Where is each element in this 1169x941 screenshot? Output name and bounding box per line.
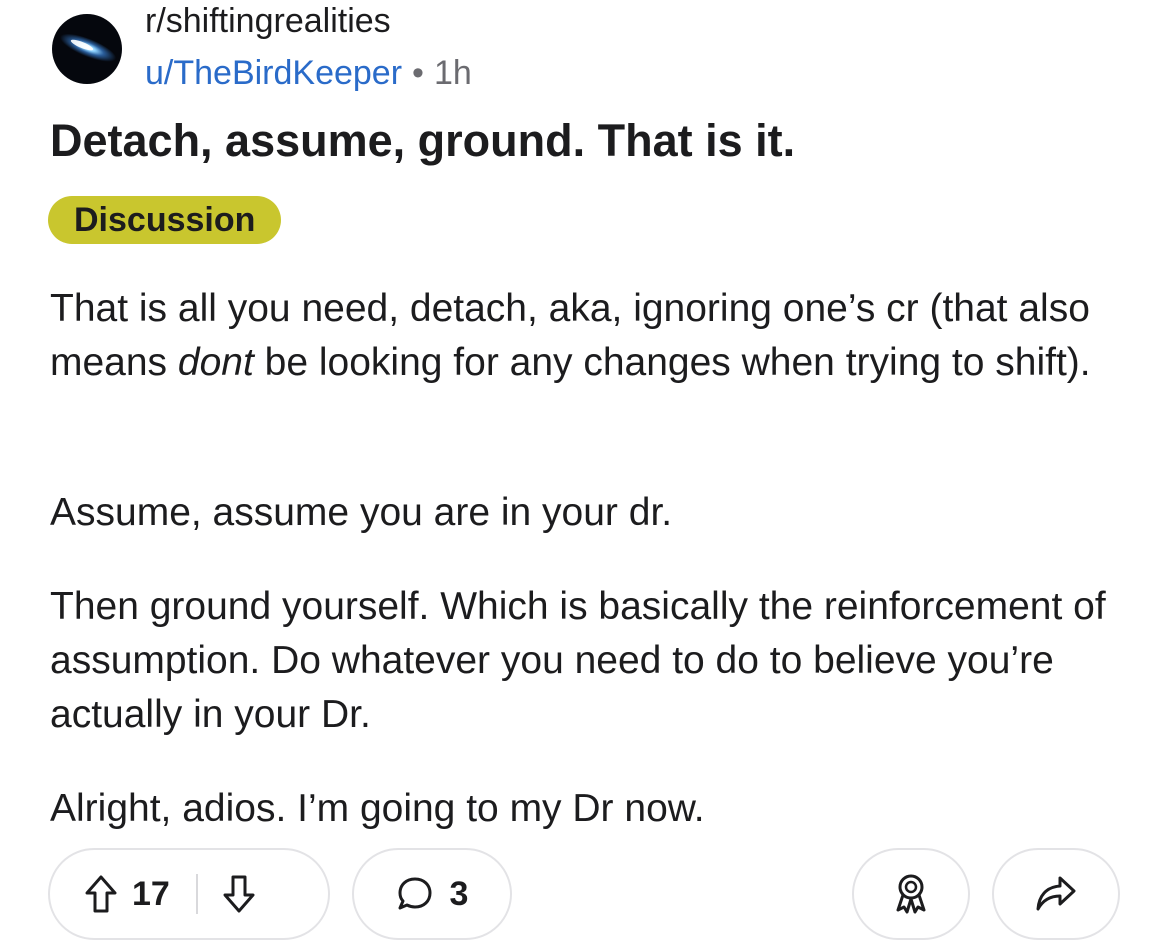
upvote-button[interactable] — [84, 874, 118, 914]
arrow-down-icon — [223, 875, 255, 913]
meta-separator: • — [412, 54, 424, 92]
share-arrow-icon — [1034, 874, 1078, 914]
speech-bubble-icon — [396, 875, 434, 913]
post-title[interactable]: Detach, assume, ground. That is it. — [50, 115, 795, 167]
vote-divider — [195, 874, 198, 914]
arrow-up-icon — [85, 875, 117, 913]
author-username[interactable]: u/TheBirdKeeper — [145, 54, 402, 92]
comment-count: 3 — [449, 874, 469, 913]
post-meta: u/TheBirdKeeper • 1h — [145, 54, 472, 93]
share-button[interactable] — [992, 848, 1120, 940]
award-ribbon-icon — [890, 872, 932, 916]
post-body-paragraph-1: That is all you need, detach, aka, ignor… — [50, 282, 1140, 390]
subreddit-name[interactable]: r/shiftingrealities — [145, 2, 391, 41]
post-body-paragraph-2: Assume, assume you are in your dr. — [50, 491, 673, 534]
body-text-emphasis: dont — [177, 341, 254, 384]
post-body-paragraph-4: Alright, adios. I’m going to my Dr now. — [50, 787, 705, 830]
award-button[interactable] — [852, 848, 970, 940]
post-body-paragraph-3: Then ground yourself. Which is basically… — [50, 585, 1106, 736]
post-time: 1h — [433, 54, 472, 92]
body-text-segment: be looking for any changes when trying t… — [253, 341, 1091, 384]
comments-button[interactable]: 3 — [352, 848, 512, 940]
vote-bar: 17 — [48, 848, 330, 940]
vote-count: 17 — [132, 874, 170, 913]
subreddit-avatar[interactable] — [52, 14, 122, 84]
post-flair[interactable]: Discussion — [48, 196, 282, 244]
downvote-button[interactable] — [222, 874, 256, 914]
